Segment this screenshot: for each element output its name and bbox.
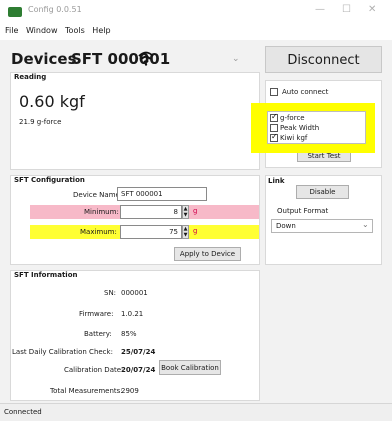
maximum-field[interactable]: 75 bbox=[120, 225, 182, 239]
minimize-button[interactable]: — bbox=[315, 4, 325, 15]
device-selector[interactable]: SFT 000001 bbox=[71, 50, 170, 68]
firmware-value: 1.0.21 bbox=[121, 310, 144, 318]
status-text: Connected bbox=[4, 408, 42, 416]
kiwi-kgf-label: Kiwi kgf bbox=[280, 134, 308, 142]
stepper-down-icon[interactable]: ▼ bbox=[183, 232, 188, 238]
chevron-down-icon[interactable]: ⌄ bbox=[362, 220, 369, 229]
g-force-label: g-force bbox=[280, 114, 305, 122]
menu-bar: File Window Tools Help bbox=[0, 24, 392, 40]
minimum-label: Minimum: bbox=[84, 208, 119, 216]
last-calibration-label: Last Daily Calibration Check: bbox=[12, 348, 113, 356]
wifi-icon bbox=[138, 51, 154, 66]
minimum-unit: g bbox=[193, 207, 198, 215]
peak-width-checkbox[interactable] bbox=[270, 124, 278, 132]
auto-connect-label: Auto connect bbox=[282, 88, 329, 96]
menu-file[interactable]: File bbox=[5, 24, 18, 38]
device-name-label: Device Name: bbox=[73, 191, 123, 199]
minimum-unit-bg bbox=[189, 205, 259, 219]
stepper-down-icon[interactable]: ▼ bbox=[183, 212, 188, 218]
config-title: SFT Configuration bbox=[14, 176, 85, 184]
window-title: Config 0.0.51 bbox=[28, 5, 82, 14]
sn-value: 000001 bbox=[121, 289, 148, 297]
total-measurements-label: Total Measurements: bbox=[50, 387, 123, 395]
info-title: SFT Information bbox=[14, 271, 78, 279]
maximum-unit-bg bbox=[189, 225, 259, 239]
last-calibration-value: 25/07/24 bbox=[121, 348, 156, 356]
sn-label: SN: bbox=[104, 289, 117, 297]
apply-to-device-button[interactable]: Apply to Device bbox=[174, 247, 241, 261]
reading-primary-value: 0.60 kgf bbox=[19, 92, 85, 111]
reading-title: Reading bbox=[14, 73, 47, 81]
kiwi-kgf-checkbox[interactable] bbox=[270, 132, 278, 142]
disconnect-button[interactable]: Disconnect bbox=[265, 46, 382, 73]
calibration-date-value: 20/07/24 bbox=[121, 366, 156, 374]
book-calibration-button[interactable]: Book Calibration bbox=[159, 360, 221, 375]
reading-secondary-value: 21.9 g-force bbox=[19, 118, 62, 126]
link-title: Link bbox=[268, 177, 285, 185]
menu-tools[interactable]: Tools bbox=[65, 24, 85, 38]
battery-value: 85% bbox=[121, 330, 137, 338]
minimum-field[interactable]: 8 bbox=[120, 205, 182, 219]
maximum-stepper[interactable]: ▲ ▼ bbox=[182, 225, 189, 239]
peak-width-label: Peak Width bbox=[280, 124, 320, 132]
output-format-select[interactable]: Down bbox=[271, 219, 373, 233]
maximize-button[interactable]: ☐ bbox=[342, 4, 351, 15]
firmware-label: Firmware: bbox=[79, 310, 114, 318]
close-button[interactable]: ✕ bbox=[368, 4, 376, 15]
output-format-label: Output Format bbox=[277, 207, 329, 215]
menu-help[interactable]: Help bbox=[92, 24, 110, 38]
battery-label: Battery: bbox=[84, 330, 112, 338]
maximum-unit: g bbox=[193, 227, 198, 235]
minimum-stepper[interactable]: ▲ ▼ bbox=[182, 205, 189, 219]
maximum-label: Maximum: bbox=[80, 228, 117, 236]
device-name-field[interactable]: SFT 000001 bbox=[117, 187, 207, 201]
auto-connect-checkbox[interactable] bbox=[270, 88, 278, 96]
chevron-down-icon[interactable]: ⌄ bbox=[232, 54, 240, 64]
total-measurements-value: 2909 bbox=[121, 387, 139, 395]
devices-label: Devices bbox=[11, 50, 77, 68]
disable-button[interactable]: Disable bbox=[296, 185, 349, 199]
calibration-date-label: Calibration Date: bbox=[64, 366, 124, 374]
status-bar: Connected bbox=[0, 403, 392, 421]
g-force-checkbox[interactable] bbox=[270, 112, 278, 122]
menu-window[interactable]: Window bbox=[26, 24, 58, 38]
app-icon bbox=[8, 7, 22, 17]
